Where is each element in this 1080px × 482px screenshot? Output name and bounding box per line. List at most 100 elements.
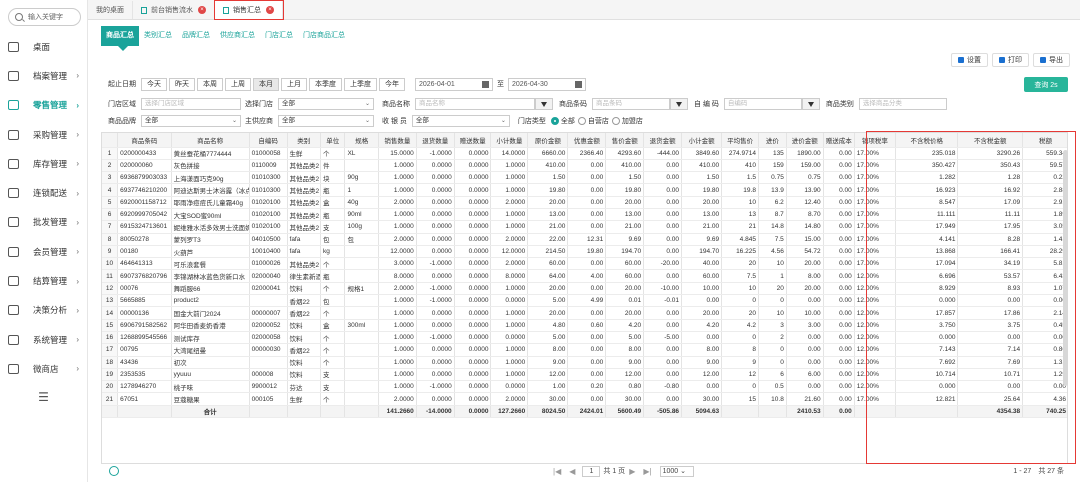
- tab-sales-summary[interactable]: 销售汇总 ×: [214, 0, 284, 20]
- column-header[interactable]: 小计金额: [681, 133, 723, 148]
- column-header[interactable]: 赠送成本: [823, 133, 855, 148]
- table-row[interactable]: 5 6920001158712 耶雨净痘痘氏儿童霜40g 01020100 其他品类2 盒…: [102, 196, 1067, 209]
- table-row[interactable]: 18 43436 初次 饮料个 1.0000 0.0000 0.0000 1.0000 9.00…: [102, 356, 1067, 369]
- tab-my-desktop[interactable]: 我的桌面: [88, 1, 133, 19]
- sidebar-item[interactable]: 连锁配送 ›: [0, 178, 87, 207]
- table-row[interactable]: 15 6906791582562 阿华田香麦奶香港 02000052 饮料盒 300ml 1…: [102, 319, 1067, 332]
- subtab-store-product-summary[interactable]: 门店商品汇总: [298, 26, 350, 46]
- table-row[interactable]: 13 5665885 product2 香烟22 包 1.0000 -1.0000 0.000…: [102, 294, 1067, 308]
- table-row[interactable]: 16 1268899545566 测试库存 02000058 饮料个 1.0000 -1.0…: [102, 331, 1067, 345]
- column-header[interactable]: 进价金额: [786, 133, 824, 148]
- column-header[interactable]: [102, 133, 119, 148]
- sidebar-item[interactable]: 决策分析 ›: [0, 296, 87, 325]
- category-select[interactable]: 选择商品分类: [858, 98, 947, 110]
- start-date-input[interactable]: 2026-04-01: [415, 77, 493, 91]
- table-row[interactable]: 11 6907376820796 李锦湖林冰蓝色货新口水 02000040 律生素新酒瓶…: [102, 269, 1067, 283]
- sidebar-item[interactable]: 系统管理 ›: [0, 325, 87, 354]
- column-header[interactable]: 不含税金额: [957, 133, 1024, 148]
- table-row[interactable]: 17 00795 大湾尾纽曼 00000030 香烟22 个 1.0000 0.0000 0.0…: [102, 343, 1067, 357]
- prev-page-button[interactable]: ◀: [569, 467, 575, 476]
- column-header[interactable]: 销售数量: [378, 133, 417, 148]
- column-header[interactable]: 进价: [758, 133, 787, 148]
- table-row[interactable]: 76915324713601妮维雅水活多效男士洗面奶100g01020100其他…: [102, 220, 1067, 234]
- column-header[interactable]: 售价金额: [605, 133, 645, 148]
- table-row[interactable]: 8 80050278 蒙列罗T3 04010500 fafa 包包 2.0000 0.0000…: [102, 233, 1067, 246]
- sidebar-item[interactable]: 微商店 ›: [0, 354, 87, 383]
- subtab-supplier-summary[interactable]: 供应商汇总: [215, 26, 260, 46]
- subtab-store-summary[interactable]: 门店汇总: [260, 26, 298, 46]
- column-header[interactable]: 商品名称: [171, 133, 250, 148]
- table-row[interactable]: 6 6920999705042 大宝SOD蜜90ml 01020100 其他品类2 瓶 90…: [102, 208, 1067, 222]
- column-header[interactable]: 退货金额: [643, 133, 683, 148]
- sidebar-item[interactable]: 批发管理 ›: [0, 208, 87, 237]
- store-type-all-radio[interactable]: 全部: [550, 116, 575, 126]
- sidebar-item[interactable]: 结算管理 ›: [0, 266, 87, 295]
- date-quick-button[interactable]: 上周: [225, 77, 251, 91]
- table-scrollbar[interactable]: [1063, 150, 1068, 386]
- column-header[interactable]: 自编码: [249, 133, 288, 148]
- sidebar-item[interactable]: 库存管理 ›: [0, 149, 87, 178]
- page-size-select[interactable]: 1000 ⌄: [659, 465, 694, 477]
- column-header[interactable]: 优惠金额: [567, 133, 607, 148]
- close-icon[interactable]: ×: [266, 6, 274, 14]
- table-row[interactable]: 12 00076 舞蹈服66 02000041 饮料个规格1 2.0000 -1.0000 0…: [102, 282, 1067, 296]
- column-header[interactable]: 赠送数量: [454, 133, 492, 148]
- date-quick-button[interactable]: 今年: [379, 77, 405, 91]
- brand-select[interactable]: 全部 ⌄: [141, 115, 241, 127]
- sidebar-item[interactable]: 零售管理 ›: [0, 91, 87, 120]
- table-row[interactable]: 20 1278946270 桃子味 9900012 芬达支 1.0000 -1.0000 0.…: [102, 380, 1067, 394]
- date-quick-button[interactable]: 上月: [281, 77, 307, 91]
- product-name-filter-button[interactable]: [535, 98, 553, 110]
- page-number-input[interactable]: 1: [582, 465, 601, 477]
- product-code-filter-button[interactable]: [670, 98, 688, 110]
- column-header[interactable]: 类别: [287, 133, 321, 148]
- date-quick-button[interactable]: 本月: [253, 77, 279, 91]
- own-code-filter-button[interactable]: [801, 98, 820, 110]
- table-row[interactable]: 1 0200000433 黄丝蚕花桶7774444 01000058 生鲜个 XL 15.0…: [102, 147, 1067, 160]
- column-header[interactable]: 商品条码: [117, 133, 172, 148]
- calendar-icon[interactable]: [575, 80, 582, 88]
- table-row[interactable]: 46937746210200阿迪达斯男士沐浴露（冰点）01010300其他品类2…: [102, 183, 1067, 197]
- export-button[interactable]: 导出: [1033, 53, 1070, 67]
- column-header[interactable]: 原价金额: [527, 133, 569, 148]
- table-row[interactable]: 19 2353535 yyuuu 000008 饮料支 1.0000 0.0000 0.000…: [102, 368, 1067, 382]
- column-header[interactable]: 不含税价格: [895, 133, 959, 148]
- own-code-input[interactable]: 自编码: [723, 98, 802, 110]
- store-type-self-radio[interactable]: 自营店: [577, 116, 609, 126]
- table-row[interactable]: 9 00180 火葫芦 10010400 fafa kg 12.0000 0.0000 0.00…: [102, 245, 1067, 259]
- settings-button[interactable]: 设置: [951, 53, 988, 67]
- column-header[interactable]: 规格: [344, 133, 379, 148]
- table-row[interactable]: 10 464641313 可乐浪套餐 01000026 其他品类2 个 3.0000 -1.0…: [102, 257, 1067, 271]
- end-date-input[interactable]: 2026-04-30: [508, 77, 586, 91]
- date-quick-button[interactable]: 今天: [141, 77, 167, 91]
- sidebar-item[interactable]: 采购管理 ›: [0, 120, 87, 149]
- next-page-button[interactable]: ▶: [629, 467, 635, 476]
- column-header[interactable]: 销项税率: [854, 133, 897, 148]
- product-code-input[interactable]: 商品条码: [592, 98, 670, 110]
- subtab-category-summary[interactable]: 类别汇总: [139, 26, 177, 46]
- sidebar-item[interactable]: 会员管理 ›: [0, 237, 87, 266]
- close-icon[interactable]: ×: [198, 6, 206, 14]
- refresh-icon[interactable]: [109, 466, 119, 476]
- menu-collapse-icon[interactable]: ☰: [0, 390, 87, 404]
- store-select[interactable]: 全部 ⌄: [278, 98, 374, 110]
- first-page-button[interactable]: |◀: [553, 467, 561, 476]
- date-quick-button[interactable]: 昨天: [169, 77, 195, 91]
- subtab-product-summary[interactable]: 商品汇总: [101, 26, 139, 46]
- sidebar-item[interactable]: 档案管理 ›: [0, 61, 87, 90]
- table-row[interactable]: 21 67051 豆蔻糖果 000105 生鲜个 2.0000 0.0000 0.0000 2.…: [102, 392, 1067, 406]
- column-header[interactable]: 单位: [320, 133, 346, 148]
- table-row[interactable]: 3 6936879903033 上海漾面巧克90g 01010300 其他品类2 块 90g…: [102, 171, 1067, 185]
- cashier-select[interactable]: 全部 ⌄: [411, 115, 510, 127]
- product-name-input[interactable]: 商品名称: [415, 98, 535, 110]
- supplier-select[interactable]: 全部 ⌄: [278, 115, 374, 127]
- date-quick-button[interactable]: 上季度: [344, 77, 377, 91]
- calendar-icon[interactable]: [482, 80, 489, 88]
- column-header[interactable]: 退货数量: [416, 133, 455, 148]
- column-header[interactable]: 小计数量: [490, 133, 529, 148]
- sidebar-item[interactable]: 桌面: [0, 32, 87, 61]
- sidebar-search[interactable]: 输入关键字: [8, 8, 81, 26]
- print-button[interactable]: 打印: [992, 53, 1029, 67]
- last-page-button[interactable]: ▶|: [643, 467, 651, 476]
- date-quick-button[interactable]: 本季度: [309, 77, 342, 91]
